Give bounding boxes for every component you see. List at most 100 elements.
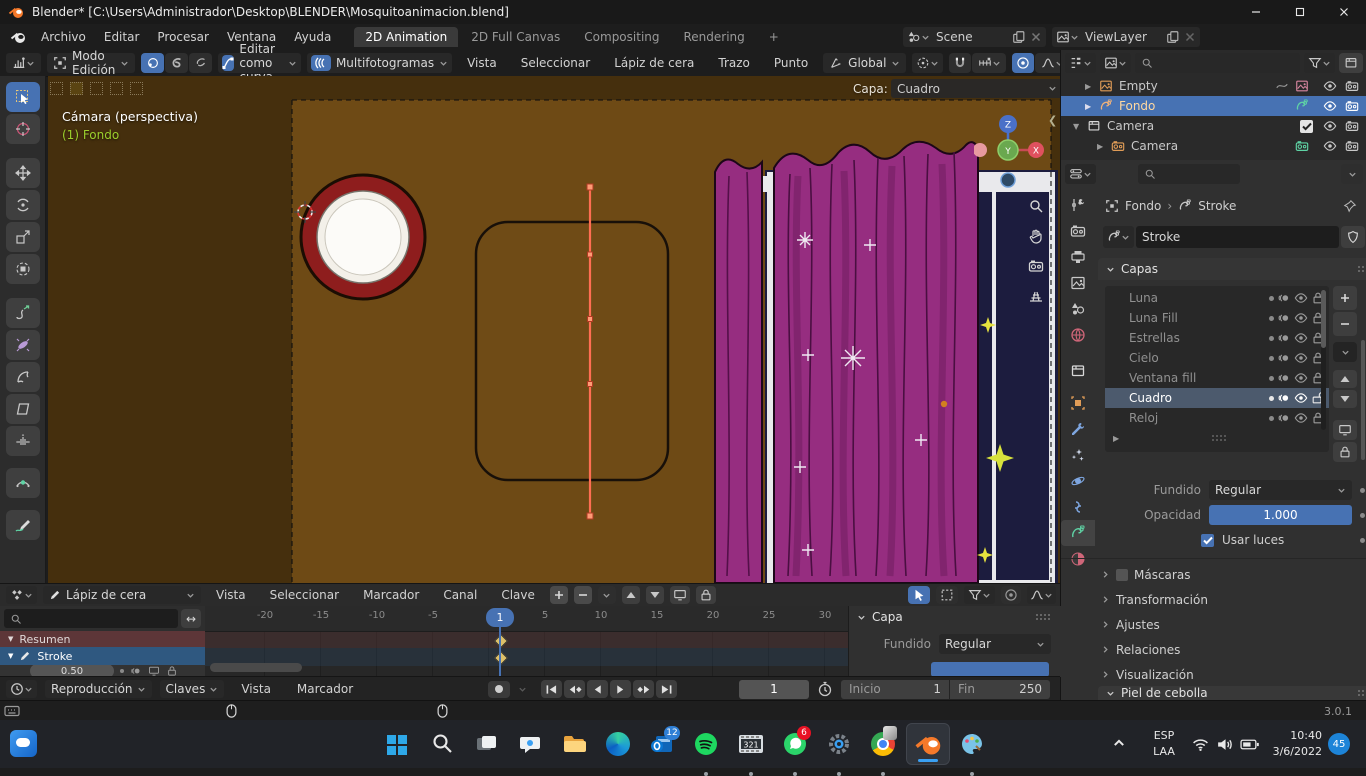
pb-menu-vista[interactable]: Vista (232, 682, 280, 696)
panel-grip-icon[interactable] (1357, 265, 1366, 273)
menu-archivo[interactable]: Archivo (32, 30, 95, 44)
lock-channel-button[interactable] (696, 586, 716, 604)
channel-up-button[interactable] (622, 586, 640, 604)
move-layer-up-button[interactable] (1333, 370, 1357, 388)
hide-viewport-icon[interactable] (1323, 79, 1337, 93)
multiframe-toggle[interactable]: Multifotogramas (307, 53, 452, 73)
tab-collection[interactable] (1061, 358, 1095, 384)
clock-object[interactable] (301, 175, 425, 299)
ds-menu-canal[interactable]: Canal (434, 588, 486, 602)
tab-scene[interactable] (1061, 296, 1095, 322)
ds-menu-clave[interactable]: Clave (492, 588, 544, 602)
file-explorer-button[interactable] (562, 732, 586, 756)
falloff-dropdown[interactable] (1027, 586, 1056, 604)
navigation-gizmo[interactable]: Z X Y (974, 112, 1044, 188)
onion-skin-icon[interactable] (1277, 311, 1291, 325)
capa-panel-title[interactable]: Capa (872, 610, 903, 624)
tab-physics[interactable] (1061, 468, 1095, 494)
viewport-canvas[interactable] (48, 76, 1060, 583)
tab-render[interactable] (1061, 218, 1095, 244)
zoom-viewport-icon[interactable] (1028, 198, 1044, 214)
overlay-toggle-icon[interactable] (50, 82, 63, 95)
play-button[interactable] (610, 680, 631, 698)
volume-icon[interactable] (1216, 737, 1233, 752)
properties-search[interactable] (1138, 164, 1240, 184)
overlay-toggle-icon[interactable] (110, 82, 123, 95)
channel-expand-button[interactable]: ↔ (181, 609, 201, 628)
minimize-button[interactable] (1234, 0, 1278, 24)
outliner-filter-collection[interactable] (1100, 53, 1131, 73)
layer-row-estrellas[interactable]: Estrellas (1105, 328, 1329, 348)
panel-visualizacion[interactable]: Visualización (1101, 662, 1365, 687)
dopesheet-mode-dropdown[interactable]: Lápiz de cera (43, 586, 201, 604)
pin-icon[interactable] (1343, 199, 1357, 213)
tab-material[interactable] (1061, 546, 1095, 572)
panel-mascaras[interactable]: Máscaras (1101, 562, 1365, 587)
notification-badge[interactable]: 45 (1328, 733, 1350, 755)
sidebar-collapse-arrow[interactable]: ❮ (1048, 114, 1057, 127)
clock-tray[interactable]: 10:403/6/2022 (1264, 728, 1322, 760)
curtain-object[interactable] (715, 142, 978, 583)
animate-dot[interactable] (1360, 488, 1365, 493)
whatsapp-button[interactable]: 6 (783, 732, 807, 756)
capa-fundido-dropdown[interactable]: Regular (939, 634, 1051, 654)
eye-icon[interactable] (1294, 411, 1308, 425)
properties-scrollbar[interactable] (1361, 340, 1365, 460)
channel-down-button[interactable] (646, 586, 664, 604)
onion-skin-icon[interactable] (1277, 371, 1291, 385)
playhead-line[interactable] (499, 626, 501, 677)
snap-settings-dropdown[interactable] (972, 53, 1006, 73)
channel-resumen[interactable]: ▼Resumen (0, 631, 205, 647)
eye-icon[interactable] (1294, 331, 1308, 345)
breadcrumb-object[interactable]: Fondo (1125, 199, 1161, 213)
select-mode-point-button[interactable] (141, 53, 164, 73)
panel-grip-icon[interactable] (1035, 613, 1053, 621)
mascaras-checkbox[interactable] (1116, 569, 1128, 581)
menu-seleccionar[interactable]: Seleccionar (512, 56, 599, 70)
orientation-dropdown[interactable]: Global (823, 53, 906, 73)
battery-icon[interactable] (1240, 739, 1259, 750)
tab-object[interactable] (1061, 390, 1095, 416)
opacidad-slider[interactable]: 1.000 (1209, 505, 1352, 525)
frame-start-field[interactable]: Inicio1 (841, 680, 949, 699)
tool-transform[interactable] (6, 254, 40, 284)
layer-specials-button[interactable] (1333, 342, 1357, 362)
animate-dot[interactable] (1360, 538, 1365, 543)
chrome-button[interactable] (871, 732, 895, 756)
tool-annotate[interactable] (6, 510, 40, 540)
reproduccion-dropdown[interactable]: Reproducción (45, 680, 152, 698)
isolate-channel-button[interactable] (670, 586, 690, 604)
tool-bend[interactable] (6, 362, 40, 392)
tab-tool[interactable] (1061, 192, 1095, 218)
overlay-toggle-icon[interactable] (90, 82, 103, 95)
hide-viewport-icon[interactable] (1323, 119, 1337, 133)
add-workspace-button[interactable]: + (758, 27, 790, 47)
media-player-321-button[interactable]: 321 (738, 732, 764, 756)
new-viewlayer-icon[interactable] (1166, 30, 1180, 44)
timeline-editor-type[interactable] (6, 680, 37, 698)
animate-dot[interactable] (1360, 513, 1365, 518)
timeline-hscrollbar[interactable] (210, 663, 302, 672)
properties-display-dropdown[interactable] (1065, 164, 1096, 184)
disable-render-icon[interactable] (1345, 139, 1359, 153)
overlay-toggle-icon[interactable] (70, 82, 83, 95)
frame-end-field[interactable]: Fin250 (950, 680, 1050, 699)
tool-interpolate[interactable] (6, 426, 40, 456)
mode-dropdown[interactable]: Modo Edición (47, 53, 135, 73)
eye-icon[interactable] (1294, 391, 1308, 405)
new-scene-icon[interactable] (1012, 30, 1026, 44)
outliner-row-camera-object[interactable]: ▶ Camera (1061, 136, 1366, 156)
tab-constraints[interactable] (1061, 494, 1095, 520)
select-tool-button[interactable] (908, 586, 930, 604)
tab-rendering[interactable]: Rendering (673, 27, 756, 47)
language-indicator[interactable]: ESPLAA (1146, 728, 1182, 760)
play-reverse-button[interactable] (587, 680, 608, 698)
unlink-scene-icon[interactable] (1030, 31, 1042, 43)
edit-as-curve-toggle[interactable]: Editar como curva (218, 53, 301, 73)
onion-skin-icon[interactable] (1277, 391, 1291, 405)
outliner-row-fondo[interactable]: ▶ Fondo (1061, 96, 1366, 116)
eye-icon[interactable] (1294, 371, 1308, 385)
keying-set-chevron[interactable] (518, 685, 527, 694)
proportional-toggle[interactable] (1001, 586, 1021, 604)
collapse-icon[interactable]: ▼ (8, 635, 13, 643)
